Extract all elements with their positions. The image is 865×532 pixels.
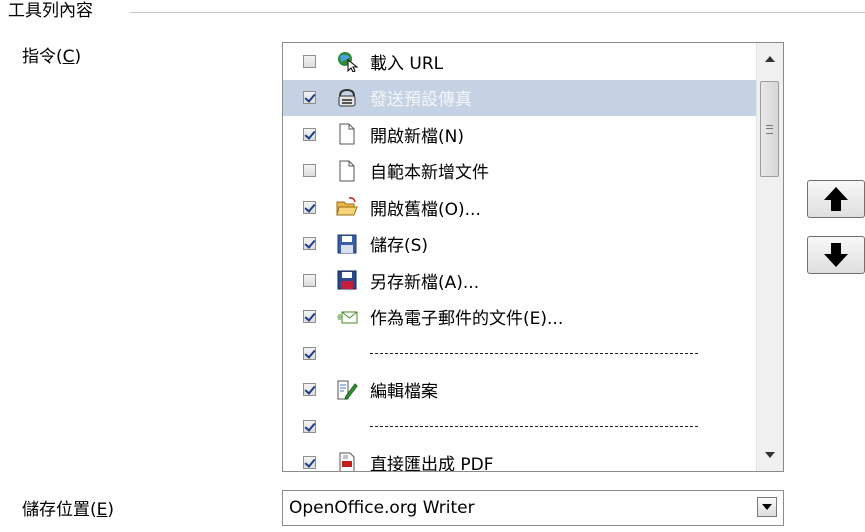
move-down-button[interactable]	[807, 236, 865, 274]
command-row[interactable]: 載入 URL	[283, 43, 757, 80]
command-label: 發送預設傳真	[370, 90, 472, 111]
command-row[interactable]: 直接匯出成 PDF	[283, 445, 757, 472]
command-checkbox[interactable]	[303, 91, 316, 105]
grip-icon	[766, 124, 773, 134]
command-row[interactable]: 編輯檔案	[283, 372, 757, 409]
command-checkbox[interactable]	[303, 127, 316, 141]
command-checkbox[interactable]	[303, 346, 316, 360]
open-folder-icon	[336, 196, 358, 218]
command-row[interactable]	[283, 335, 757, 372]
scroll-up-icon	[765, 56, 775, 62]
command-checkbox[interactable]	[303, 456, 316, 470]
command-label: 作為電子郵件的文件(E)...	[370, 309, 564, 330]
dropdown-button[interactable]	[757, 497, 777, 517]
command-row[interactable]: 自範本新增文件	[283, 153, 757, 190]
save-location-label-mnemonic: E	[96, 500, 108, 520]
commands-listbox[interactable]: 載入 URL 發送預設傳真 開啟新檔(N) 自範本新增文件 開啟舊檔(O)... 儲存(S…	[282, 42, 784, 472]
save-location-value: OpenOffice.org Writer	[289, 498, 475, 518]
command-label: 儲存(S)	[370, 236, 429, 257]
command-checkbox[interactable]	[303, 200, 316, 214]
command-label: 開啟新檔(N)	[370, 126, 464, 147]
chevron-down-icon	[762, 504, 772, 510]
scroll-down-button[interactable]	[757, 443, 783, 467]
save-location-label-text: 儲存位置(	[22, 500, 97, 520]
save-as-icon	[336, 269, 358, 291]
command-label: 直接匯出成 PDF	[370, 455, 494, 472]
commands-label-close: )	[74, 47, 82, 67]
commands-label: 指令(C)	[22, 46, 81, 68]
section-divider	[130, 12, 865, 13]
command-row[interactable]: 發送預設傳真	[283, 79, 757, 116]
commands-label-mnemonic: C	[62, 47, 75, 67]
separator-line	[370, 425, 698, 427]
move-up-button[interactable]	[807, 180, 865, 218]
commands-list: 載入 URL 發送預設傳真 開啟新檔(N) 自範本新增文件 開啟舊檔(O)... 儲存(S…	[283, 43, 757, 472]
command-checkbox[interactable]	[303, 54, 316, 68]
save-location-label: 儲存位置(E)	[22, 499, 114, 521]
command-checkbox[interactable]	[303, 273, 316, 287]
command-checkbox[interactable]	[303, 237, 316, 251]
separator-line	[370, 352, 698, 354]
command-row[interactable]: 儲存(S)	[283, 226, 757, 263]
command-row[interactable]	[283, 408, 757, 445]
command-row[interactable]: 另存新檔(A)...	[283, 262, 757, 299]
pdf-export-icon	[336, 452, 358, 471]
arrow-up-icon	[824, 187, 848, 211]
command-checkbox[interactable]	[303, 383, 316, 397]
globe-url-icon	[336, 50, 358, 73]
edit-file-icon	[336, 379, 358, 401]
command-label: 編輯檔案	[370, 382, 438, 403]
command-label: 自範本新增文件	[370, 163, 489, 184]
fax-icon	[336, 87, 358, 109]
command-label: 載入 URL	[370, 53, 444, 74]
email-icon	[336, 306, 358, 328]
arrow-down-icon	[824, 243, 848, 267]
command-row[interactable]: 作為電子郵件的文件(E)...	[283, 299, 757, 336]
new-file-icon	[336, 123, 358, 145]
save-location-label-close: )	[107, 500, 115, 520]
section-title: 工具列內容	[8, 0, 99, 22]
command-checkbox[interactable]	[303, 419, 316, 433]
save-icon	[336, 233, 358, 255]
command-row[interactable]: 開啟舊檔(O)...	[283, 189, 757, 226]
command-label: 另存新檔(A)...	[370, 272, 480, 293]
scroll-up-button[interactable]	[757, 47, 783, 71]
scrollbar-thumb[interactable]	[760, 81, 779, 177]
command-checkbox[interactable]	[303, 310, 316, 324]
command-row[interactable]: 開啟新檔(N)	[283, 116, 757, 153]
vertical-scrollbar[interactable]	[756, 43, 783, 471]
command-checkbox[interactable]	[303, 164, 316, 178]
scroll-down-icon	[765, 452, 775, 458]
blank-icon	[336, 415, 358, 437]
blank-icon	[336, 342, 358, 364]
save-location-dropdown[interactable]: OpenOffice.org Writer	[282, 490, 784, 526]
command-label: 開啟舊檔(O)...	[370, 199, 481, 220]
commands-label-text: 指令(	[22, 47, 63, 67]
new-file-icon	[336, 160, 358, 182]
